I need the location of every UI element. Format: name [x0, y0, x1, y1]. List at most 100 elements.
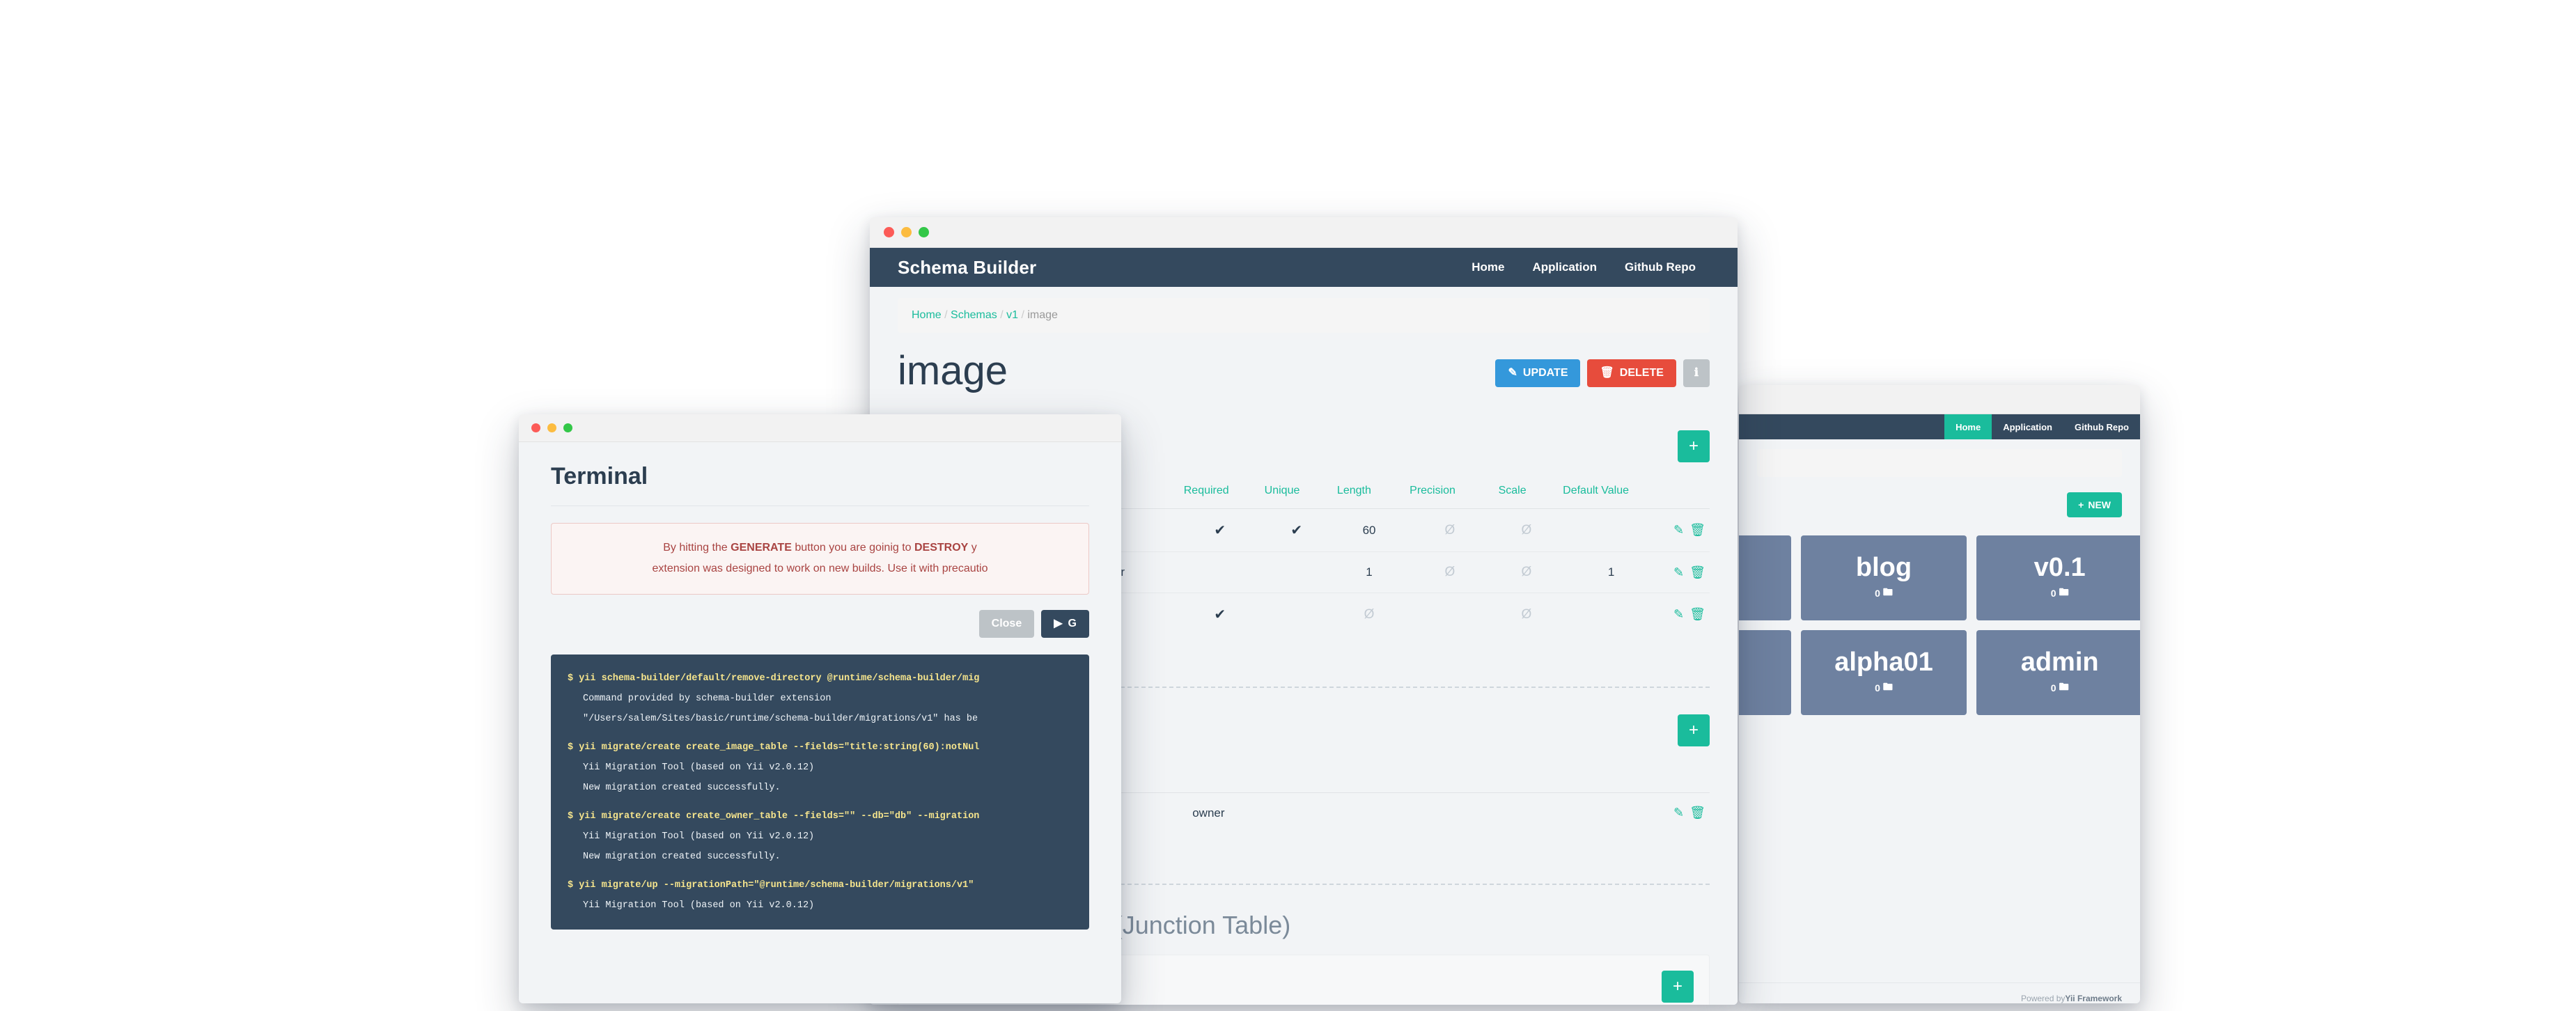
terminal-console-output[interactable]: $ yii schema-builder/default/remove-dire…: [551, 654, 1089, 930]
delete-trash-icon[interactable]: 🗑: [1689, 607, 1705, 621]
schema-card[interactable]: blog 0 🖿: [1800, 535, 1967, 620]
info-button[interactable]: ℹ: [1683, 359, 1710, 387]
nav-link-application[interactable]: Application: [1518, 248, 1611, 287]
terminal-divider: [551, 505, 1089, 506]
row-actions: ✎ 🗑: [1664, 793, 1710, 833]
attribute-precision: Ø: [1405, 551, 1494, 593]
edit-pencil-icon[interactable]: ✎: [1673, 565, 1684, 579]
schema-card-count: 0 🖿: [1875, 585, 1893, 602]
attribute-precision: [1405, 593, 1494, 636]
minimize-window-dot[interactable]: [901, 227, 912, 237]
home-navbar: Home Application Github Repo: [1739, 414, 2140, 439]
maximize-window-dot[interactable]: [919, 227, 929, 237]
attribute-unique: [1260, 551, 1333, 593]
schema-card-count-value: 0: [1875, 682, 1880, 693]
attribute-scale: Ø: [1494, 508, 1559, 552]
attribute-default-value: [1559, 593, 1664, 636]
nav-link-home[interactable]: Home: [1944, 414, 1992, 439]
terminal-window: Terminal By hitting the GENERATE button …: [519, 414, 1121, 1003]
alert-line2: extension was designed to work on new bu…: [652, 563, 988, 575]
terminal-button-row: Close ▶ G: [551, 609, 1089, 638]
schema-card[interactable]: alpha01 0 🖿: [1800, 630, 1967, 715]
schema-card-count: 0 🖿: [2051, 585, 2069, 602]
page-header: image ✎ UPDATE 🗑 DELETE ℹ: [898, 351, 1710, 404]
update-button[interactable]: ✎ UPDATE: [1495, 359, 1581, 387]
attribute-scale-value: Ø: [1521, 606, 1532, 622]
delete-button[interactable]: 🗑 DELETE: [1587, 359, 1676, 387]
console-command-line: $ yii migrate/up --migrationPath="@runti…: [568, 879, 974, 891]
nav-link-application[interactable]: Application: [1992, 414, 2063, 439]
delete-trash-icon[interactable]: 🗑: [1689, 806, 1705, 820]
attribute-scale-value: Ø: [1521, 522, 1532, 538]
home-breadcrumb: [1757, 449, 2122, 477]
breadcrumb-schemas[interactable]: Schemas: [951, 309, 997, 321]
nav-link-home[interactable]: Home: [1458, 248, 1518, 287]
delete-trash-icon[interactable]: 🗑: [1689, 565, 1705, 579]
breadcrumb-version[interactable]: v1: [1006, 309, 1018, 321]
folder-icon: 🖿: [2059, 681, 2069, 692]
attribute-default-value: 1: [1559, 551, 1664, 593]
close-button[interactable]: Close: [978, 609, 1035, 638]
nav-link-github-repo[interactable]: Github Repo: [2063, 414, 2140, 439]
add-attribute-button[interactable]: +: [1678, 430, 1710, 462]
schema-card-name: alpha01: [1834, 648, 1933, 677]
nav-link-github-repo[interactable]: Github Repo: [1611, 248, 1710, 287]
close-window-dot[interactable]: [884, 227, 894, 237]
schema-card[interactable]: v0.1 0 🖿: [1976, 535, 2140, 620]
breadcrumb-home[interactable]: Home: [912, 309, 942, 321]
column-header-required[interactable]: Required: [1179, 478, 1260, 509]
attribute-length: 1: [1332, 551, 1406, 593]
schema-card-count-value: 0: [1875, 588, 1880, 599]
breadcrumb-current: image: [1027, 309, 1058, 321]
column-header-unique[interactable]: Unique: [1260, 478, 1333, 509]
delete-trash-icon[interactable]: 🗑: [1689, 523, 1705, 537]
home-window: Home Application Github Repo + NEW 010🖿b…: [1739, 385, 2140, 1003]
footer-prefix: Powered by: [2021, 993, 2066, 1003]
edit-pencil-icon[interactable]: ✎: [1673, 806, 1684, 820]
main-titlebar: [870, 217, 1738, 248]
schema-card-name: v0.1: [2034, 553, 2086, 582]
alert-destroy-word: DESTROY: [914, 542, 969, 554]
row-actions: ✎ 🗑: [1664, 508, 1710, 552]
minimize-window-dot[interactable]: [547, 423, 556, 432]
plus-icon: +: [2078, 499, 2084, 510]
main-navbar: Schema Builder Home Application Github R…: [870, 248, 1738, 287]
column-header-actions: [1664, 762, 1710, 793]
schema-card-count: 0 🖿: [2051, 680, 2069, 696]
generate-button[interactable]: ▶ G: [1041, 609, 1089, 638]
attribute-required: [1179, 551, 1260, 593]
desktop-canvas: Terminal By hitting the GENERATE button …: [0, 0, 2576, 1011]
maximize-window-dot[interactable]: [563, 423, 572, 432]
column-header-scale[interactable]: Scale: [1494, 478, 1559, 509]
edit-pencil-icon[interactable]: ✎: [1673, 607, 1684, 621]
edit-pencil-icon[interactable]: ✎: [1673, 523, 1684, 537]
footer-brand: Yii Framework: [2065, 993, 2122, 1003]
main-nav-links: Home Application Github Repo: [1458, 248, 1710, 287]
schema-card[interactable]: 20🖿: [1739, 630, 1791, 715]
app-brand[interactable]: Schema Builder: [898, 257, 1036, 279]
console-command-line: $ yii schema-builder/default/remove-dire…: [568, 673, 980, 684]
schema-card[interactable]: admin 0 🖿: [1976, 630, 2140, 715]
schema-card[interactable]: 010🖿: [1739, 535, 1791, 620]
attribute-precision-value: Ø: [1444, 522, 1455, 538]
terminal-title: Terminal: [551, 463, 648, 489]
terminal-titlebar: [519, 414, 1121, 442]
attribute-required: ✔: [1180, 593, 1260, 636]
add-relation-button[interactable]: +: [1678, 714, 1710, 746]
breadcrumb-separator: /: [944, 309, 948, 321]
row-actions: ✎ 🗑: [1664, 593, 1710, 636]
column-header-length[interactable]: Length: [1332, 478, 1406, 509]
alert-line1-tail: y: [968, 542, 977, 554]
add-shared-attribute-button[interactable]: +: [1662, 970, 1694, 1003]
home-action-row: + NEW: [1757, 492, 2122, 517]
alert-generate-word: GENERATE: [731, 542, 792, 554]
new-schema-button[interactable]: + NEW: [2067, 492, 2122, 517]
column-header-precision[interactable]: Precision: [1405, 478, 1494, 509]
attribute-length: 60: [1332, 508, 1406, 552]
column-header-default-value[interactable]: Default Value: [1559, 478, 1664, 509]
console-output-line: Command provided by schema-builder exten…: [583, 693, 832, 704]
close-window-dot[interactable]: [531, 423, 540, 432]
info-icon: ℹ: [1694, 367, 1699, 379]
